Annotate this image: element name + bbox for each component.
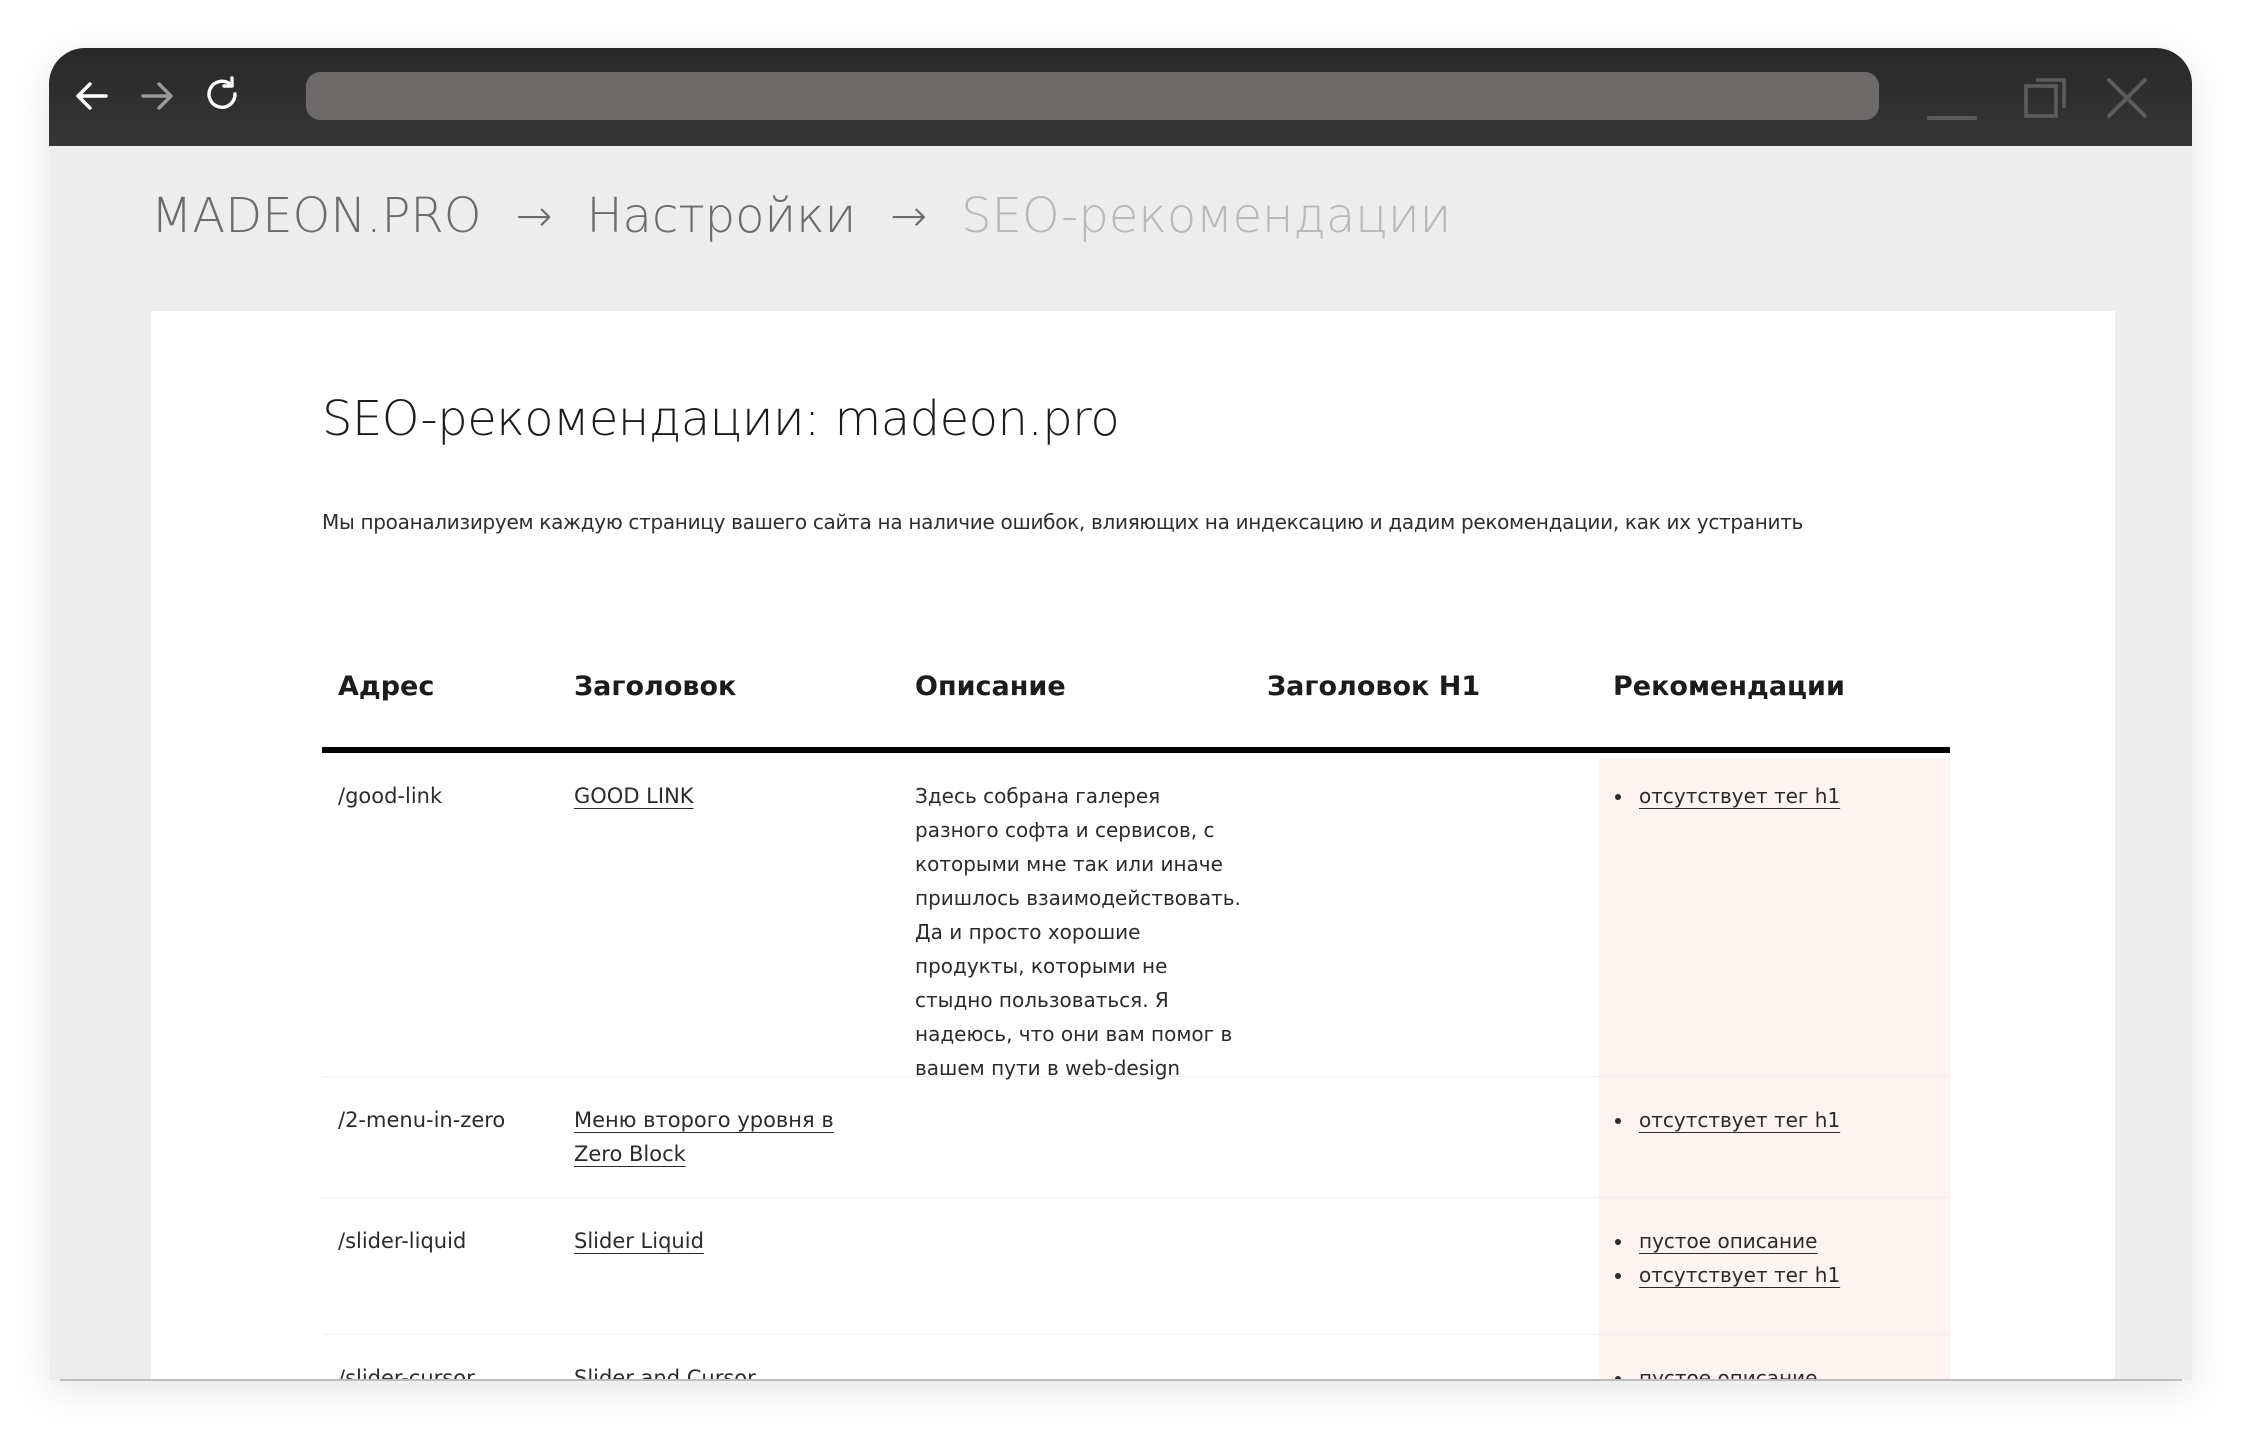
column-header-recommendations: Рекомендации xyxy=(1613,671,1845,702)
breadcrumb: MADEON.PRO → Настройки → SEO-рекомендаци… xyxy=(151,176,1451,256)
back-arrow-icon[interactable] xyxy=(64,68,120,124)
table-row: /good-link GOOD LINK Здесь собрана галер… xyxy=(322,753,1950,1080)
breadcrumb-separator: → xyxy=(890,190,928,242)
column-header-h1: Заголовок H1 xyxy=(1267,671,1481,702)
recommendation-list: отсутствует тег h1 xyxy=(1613,1103,1933,1137)
seo-table: Адрес Заголовок Описание Заголовок H1 Ре… xyxy=(322,661,1950,1380)
forward-arrow-icon[interactable] xyxy=(129,68,185,124)
column-header-description: Описание xyxy=(915,671,1066,702)
row-title-link[interactable]: Меню второго уровня в Zero Block xyxy=(574,1108,834,1166)
row-address: /slider-cursor xyxy=(338,1366,475,1380)
content-card: SEO-рекомендации: madeon.pro Мы проанали… xyxy=(151,311,2115,1380)
recommendation-link[interactable]: пустое описание xyxy=(1639,1366,1817,1380)
recommendation-link[interactable]: отсутствует тег h1 xyxy=(1639,1263,1840,1287)
close-icon[interactable] xyxy=(2101,72,2153,124)
browser-toolbar xyxy=(49,48,2192,146)
breadcrumb-item-current: SEO-рекомендации xyxy=(961,188,1452,244)
row-description: Здесь собрана галерея разного софта и се… xyxy=(915,784,1241,1080)
row-title-link[interactable]: GOOD LINK xyxy=(574,784,694,808)
recommendation-link[interactable]: отсутствует тег h1 xyxy=(1639,784,1840,808)
table-row: /slider-cursor Slider and Cursor пустое … xyxy=(322,1335,1950,1380)
table-header: Адрес Заголовок Описание Заголовок H1 Ре… xyxy=(322,661,1950,753)
row-title-link[interactable]: Slider Liquid xyxy=(574,1229,704,1253)
address-bar[interactable] xyxy=(306,72,1879,120)
breadcrumb-item-settings[interactable]: Настройки xyxy=(586,188,856,244)
row-title-link[interactable]: Slider and Cursor xyxy=(574,1366,756,1380)
page-title: SEO-рекомендации: madeon.pro xyxy=(322,391,1120,447)
breadcrumb-separator: → xyxy=(515,190,553,242)
maximize-icon[interactable] xyxy=(2020,72,2072,124)
reload-icon[interactable] xyxy=(194,68,250,124)
table-row: /2-menu-in-zero Меню второго уровня в Ze… xyxy=(322,1077,1950,1198)
column-header-address: Адрес xyxy=(338,671,435,702)
table-row: /slider-liquid Slider Liquid пустое опис… xyxy=(322,1198,1950,1335)
recommendation-link[interactable]: отсутствует тег h1 xyxy=(1639,1108,1840,1132)
recommendation-list: отсутствует тег h1 xyxy=(1613,779,1933,813)
row-address: /2-menu-in-zero xyxy=(338,1108,506,1132)
recommendation-link[interactable]: пустое описание xyxy=(1639,1229,1817,1253)
column-header-title: Заголовок xyxy=(574,671,737,702)
breadcrumb-item-home[interactable]: MADEON.PRO xyxy=(151,188,482,244)
page-description: Мы проанализируем каждую страницу вашего… xyxy=(322,510,1804,534)
minimize-icon[interactable] xyxy=(1926,72,1978,124)
row-address: /good-link xyxy=(338,784,443,808)
row-address: /slider-liquid xyxy=(338,1229,467,1253)
recommendation-list: пустое описание отсутствует тег h1 xyxy=(1613,1224,1933,1292)
window-bottom-edge xyxy=(60,1379,2182,1381)
recommendation-list: пустое описание xyxy=(1613,1361,1933,1380)
browser-window: MADEON.PRO → Настройки → SEO-рекомендаци… xyxy=(49,48,2192,1380)
